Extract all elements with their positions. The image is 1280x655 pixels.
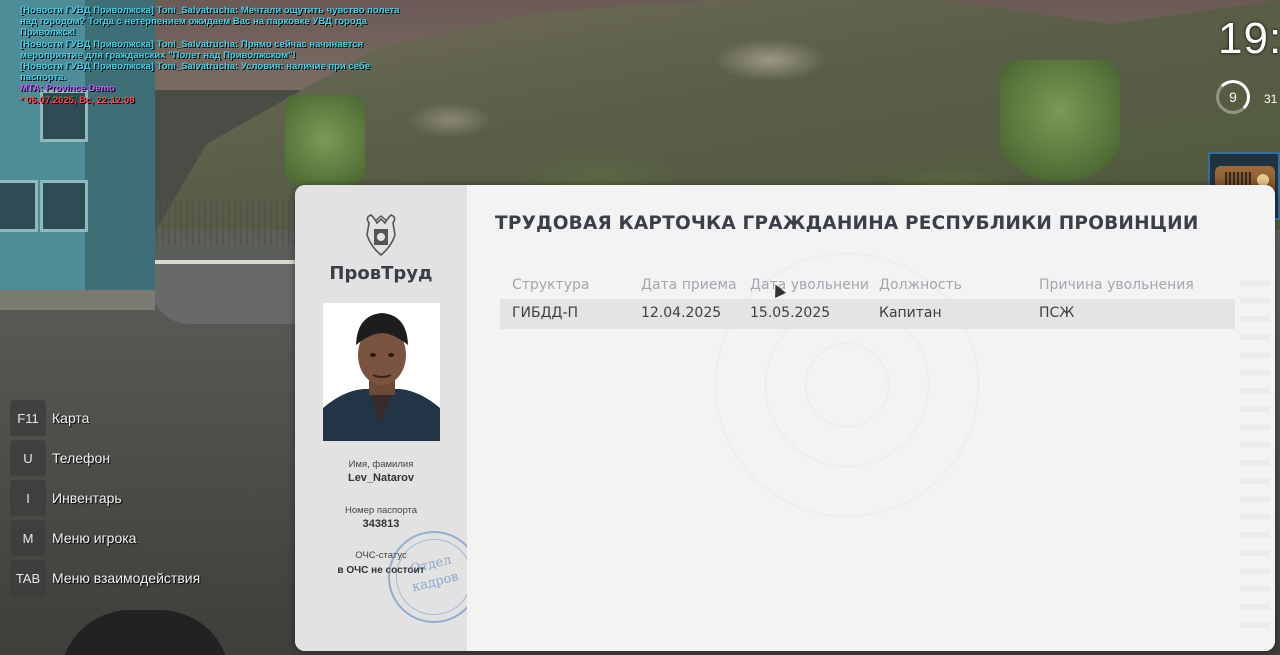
- passport-label: Номер паспорта: [344, 505, 418, 516]
- key-hint-inventory[interactable]: I Инвентарь: [10, 480, 200, 516]
- table-cell: Капитан: [879, 305, 942, 321]
- table-row: ГИБДД-П 12.04.2025 15.05.2025 Капитан ПС…: [500, 299, 1235, 329]
- chat-line: * 06.07.2025, Вс, 22:12:08: [20, 94, 135, 106]
- hud-ring-side-value: 31: [1264, 92, 1278, 106]
- hud-ring-indicator: 9: [1216, 80, 1250, 114]
- column-header: Должность: [879, 277, 962, 293]
- table-cell: ПСЖ: [1039, 305, 1075, 321]
- table-cell: 12.04.2025: [641, 305, 722, 321]
- column-header: Причина увольнения: [1039, 277, 1194, 293]
- chat-log: [Новости ГУВД Приволжска] Toni_Salvatruc…: [20, 5, 415, 106]
- hud-clock: 19:: [1218, 14, 1280, 63]
- key-cap: U: [10, 440, 46, 476]
- chat-line: [Новости ГУВД Приволжска] Toni_Salvatruc…: [20, 61, 371, 84]
- key-hint-label: Телефон: [52, 450, 111, 466]
- building-base: [0, 290, 155, 310]
- employment-table: Структура Дата приема Дата увольнени Дол…: [500, 273, 1235, 329]
- background-ornament: [1240, 280, 1270, 640]
- key-hint-label: Инвентарь: [52, 490, 122, 506]
- key-hint-map[interactable]: F11 Карта: [10, 400, 200, 436]
- table-cell: ГИБДД-П: [512, 305, 579, 321]
- key-hint-label: Карта: [52, 410, 90, 426]
- key-hint-phone[interactable]: U Телефон: [10, 440, 200, 476]
- key-hint-interaction-menu[interactable]: TAB Меню взаимодействия: [10, 560, 200, 596]
- key-cap: F11: [10, 400, 46, 436]
- building-window: [40, 180, 88, 232]
- employment-card: ПровТруд Имя, фамилия Lev_Natarov Номер …: [295, 185, 1275, 651]
- citizen-photo: [323, 303, 440, 441]
- column-header: Дата приема: [641, 277, 737, 293]
- card-content: ТРУДОВАЯ КАРТОЧКА ГРАЖДАНИНА РЕСПУБЛИКИ …: [467, 185, 1275, 651]
- brand-name: ПровТруд: [329, 263, 433, 284]
- card-title: ТРУДОВАЯ КАРТОЧКА ГРАЖДАНИНА РЕСПУБЛИКИ …: [495, 213, 1199, 234]
- key-cap: TAB: [10, 560, 46, 596]
- tree: [1000, 60, 1120, 190]
- passport-value: 343813: [362, 518, 400, 530]
- key-hint-label: Меню взаимодействия: [52, 570, 201, 586]
- column-header: Дата увольнени: [750, 277, 870, 293]
- key-hint-player-menu[interactable]: M Меню игрока: [10, 520, 200, 556]
- table-header: Структура Дата приема Дата увольнени Дол…: [500, 273, 1235, 299]
- building-window: [0, 180, 38, 232]
- portrait-image: [323, 303, 440, 441]
- key-cap: I: [10, 480, 46, 516]
- chat-line: [Новости ГУВД Приволжска] Toni_Salvatruc…: [20, 38, 364, 61]
- card-sidebar: ПровТруд Имя, фамилия Lev_Natarov Номер …: [295, 185, 490, 651]
- chat-line: [Новости ГУВД Приволжска] Toni_Salvatruc…: [20, 5, 400, 39]
- name-value: Lev_Natarov: [347, 472, 415, 484]
- column-header: Структура: [512, 277, 590, 293]
- coat-of-arms-icon: [366, 214, 396, 257]
- key-hint-label: Меню игрока: [52, 530, 137, 546]
- key-hints: F11 Карта U Телефон I Инвентарь M Меню и…: [10, 400, 200, 600]
- key-cap: M: [10, 520, 46, 556]
- name-label: Имя, фамилия: [348, 459, 414, 470]
- table-cell: 15.05.2025: [750, 305, 831, 321]
- chat-line: MTA: Province Demo: [20, 83, 115, 95]
